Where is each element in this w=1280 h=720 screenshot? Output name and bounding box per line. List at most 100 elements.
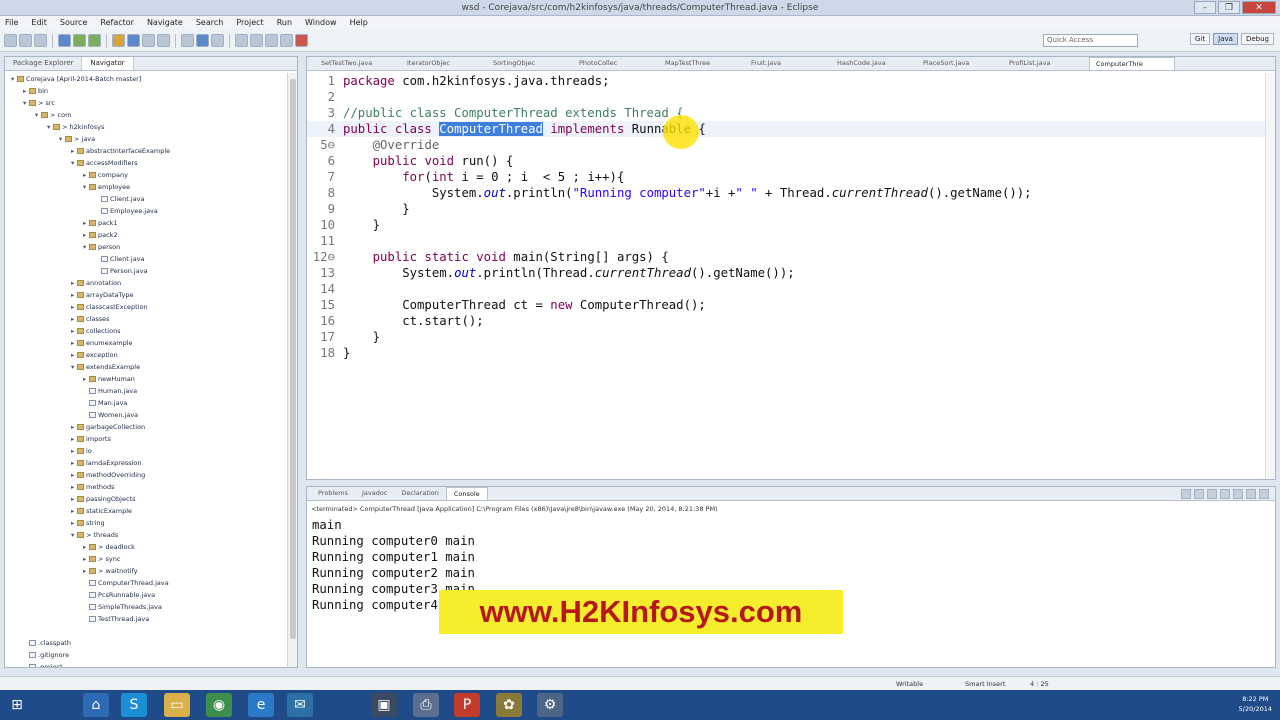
tree-folder-item[interactable]: ▾ > h2kinfosys	[47, 121, 104, 133]
open-console-icon[interactable]	[1246, 489, 1256, 499]
console-tab[interactable]: Javadoc	[355, 487, 394, 500]
tree-folder-item[interactable]: ▸ > waitnotify	[83, 565, 138, 577]
back-icon[interactable]	[265, 34, 278, 47]
screen-icon[interactable]: ▣	[371, 693, 397, 717]
scroll-lock-icon[interactable]	[1220, 489, 1230, 499]
perspective-java[interactable]: Java	[1213, 33, 1238, 45]
tree-folder-item[interactable]: ▸ passingObjects	[71, 493, 136, 505]
start-icon[interactable]: ⊞	[4, 693, 30, 717]
menu-navigate[interactable]: Navigate	[147, 16, 183, 30]
tab-navigator[interactable]: Navigator	[82, 57, 134, 70]
tab-package-explorer[interactable]: Package Explorer	[5, 57, 83, 70]
code-line[interactable]: 16 ct.start();	[307, 313, 1265, 329]
code-line[interactable]: 15 ComputerThread ct = new ComputerThrea…	[307, 297, 1265, 313]
tree-file-item[interactable]: Women.java	[83, 409, 138, 421]
tree-folder-item[interactable]: ▸ abstractInterfaceExample	[71, 145, 170, 157]
mail-icon[interactable]: ✉	[287, 693, 313, 717]
internet-explorer-icon[interactable]: e	[248, 693, 274, 717]
menu-window[interactable]: Window	[305, 16, 337, 30]
menu-help[interactable]: Help	[350, 16, 368, 30]
menu-source[interactable]: Source	[60, 16, 87, 30]
tree-folder-item[interactable]: ▸ newHuman	[83, 373, 135, 385]
tree-folder-item[interactable]: ▸ staticExample	[71, 505, 132, 517]
perspective-debug[interactable]: Debug	[1240, 33, 1274, 45]
tree-folder-item[interactable]: ▸ garbageCollection	[71, 421, 145, 433]
editor-scrollbar[interactable]	[1265, 73, 1275, 479]
terminate-icon[interactable]	[1181, 489, 1191, 499]
menu-file[interactable]: File	[5, 16, 18, 30]
code-line[interactable]: 5⊖ @Override	[307, 137, 1265, 153]
forward-icon[interactable]	[280, 34, 293, 47]
tree-folder-item[interactable]: ▸ io	[71, 445, 92, 457]
run-icon[interactable]	[73, 34, 86, 47]
tree-folder-item[interactable]: ▸ bin	[23, 85, 48, 97]
print-icon[interactable]	[34, 34, 47, 47]
tree-file-item[interactable]: Employee.java	[95, 205, 158, 217]
tree-file-item[interactable]: PcsRunnable.java	[83, 589, 155, 601]
code-area[interactable]: 1 package com.h2kinfosys.java.threads; 2 3 /…	[307, 73, 1265, 479]
quick-access-input[interactable]: Quick Access	[1043, 34, 1138, 47]
tree-file-item[interactable]: SimpleThreads.java	[83, 601, 162, 613]
run-external-icon[interactable]	[88, 34, 101, 47]
console-tab[interactable]: Console	[445, 487, 488, 500]
code-line[interactable]: 2	[307, 89, 1265, 105]
minimize-button[interactable]: –	[1194, 1, 1216, 14]
code-line[interactable]: 13 System.out.println(Thread.currentThre…	[307, 265, 1265, 281]
tree-folder-item[interactable]: ▸ > deadlock	[83, 541, 135, 553]
menu-run[interactable]: Run	[277, 16, 292, 30]
tree-folder-item[interactable]: ▸ > sync	[83, 553, 120, 565]
toggle-mark-icon[interactable]	[181, 34, 194, 47]
home-icon[interactable]: ⌂	[83, 693, 109, 717]
tree-folder-item[interactable]: ▾ person	[83, 241, 120, 253]
code-line[interactable]: 18}	[307, 345, 1265, 361]
tree-folder-item[interactable]: ▸ exception	[71, 349, 118, 361]
printer-icon[interactable]: ⎙	[413, 693, 439, 717]
tree-file-item[interactable]: .gitignore	[23, 649, 69, 661]
next-annotation-icon[interactable]	[235, 34, 248, 47]
minimize-view-icon[interactable]	[1259, 489, 1269, 499]
tree-folder-item[interactable]: ▾ > src	[23, 97, 55, 109]
tree-folder-item[interactable]: ▾ accessModifiers	[71, 157, 138, 169]
editor-tab[interactable]: PhotoCollec	[573, 57, 659, 70]
chrome-icon[interactable]: ◉	[206, 693, 232, 717]
tree-folder-item[interactable]: ▸ collections	[71, 325, 121, 337]
tree-folder-item[interactable]: ▸ company	[83, 169, 128, 181]
code-line[interactable]: 3 //public class ComputerThread extends T…	[307, 105, 1265, 121]
tree-folder-item[interactable]: ▸ classes	[71, 313, 110, 325]
code-line[interactable]: 8 System.out.println("Running computer"+…	[307, 185, 1265, 201]
editor-tab[interactable]: HashCode.java	[831, 57, 917, 70]
tree-folder-item[interactable]: ▸ methodOverriding	[71, 469, 145, 481]
new-package-icon[interactable]	[112, 34, 125, 47]
tree-folder-item[interactable]: ▸ enumexample	[71, 337, 133, 349]
code-line[interactable]: 1 package com.h2kinfosys.java.threads;	[307, 73, 1265, 89]
tree-folder-item[interactable]: ▸ classcastException	[71, 301, 148, 313]
search-icon[interactable]	[157, 34, 170, 47]
tree-file-item[interactable]: Person.java	[95, 265, 148, 277]
code-line[interactable]: 9 }	[307, 201, 1265, 217]
code-line[interactable]: 14	[307, 281, 1265, 297]
tree-file-item[interactable]: TestThread.java	[83, 613, 149, 625]
tree-folder-item[interactable]: ▸ arrayDataType	[71, 289, 134, 301]
editor-tab[interactable]: ComputerThre	[1089, 57, 1175, 70]
toggle-block-icon[interactable]	[196, 34, 209, 47]
code-line[interactable]: 7 for(int i = 0 ; i < 5 ; i++){	[307, 169, 1265, 185]
tree-folder-item[interactable]: ▸ lamdaExpression	[71, 457, 142, 469]
tree-file-item[interactable]: .classpath	[23, 637, 71, 649]
tree-folder-item[interactable]: ▸ pack2	[83, 229, 118, 241]
tree-folder-item[interactable]: ▾ > threads	[71, 529, 118, 541]
tree-folder-item[interactable]: ▸ methods	[71, 481, 115, 493]
powerpoint-icon[interactable]: P	[454, 693, 480, 717]
system-clock[interactable]: 8:22 PM 5/20/2014	[1239, 694, 1272, 714]
explorer-scrollbar[interactable]	[287, 73, 297, 667]
explorer-icon[interactable]: ▭	[164, 693, 190, 717]
editor-tab[interactable]: Fruit.java	[745, 57, 831, 70]
pin-console-icon[interactable]	[1233, 489, 1243, 499]
code-line[interactable]: 4 public class ComputerThread implements …	[307, 121, 1265, 137]
editor-tab[interactable]: IteratorObjec	[401, 57, 487, 70]
tree-file-item[interactable]: Human.java	[83, 385, 137, 397]
perspective-git[interactable]: Git	[1190, 33, 1211, 45]
tree-folder-item[interactable]: ▾ employee	[83, 181, 130, 193]
tree-folder-item[interactable]: ▸ annotation	[71, 277, 121, 289]
prev-annotation-icon[interactable]	[250, 34, 263, 47]
tree-folder-item[interactable]: ▾ Corejava [April-2014-Batch master]	[11, 73, 141, 85]
